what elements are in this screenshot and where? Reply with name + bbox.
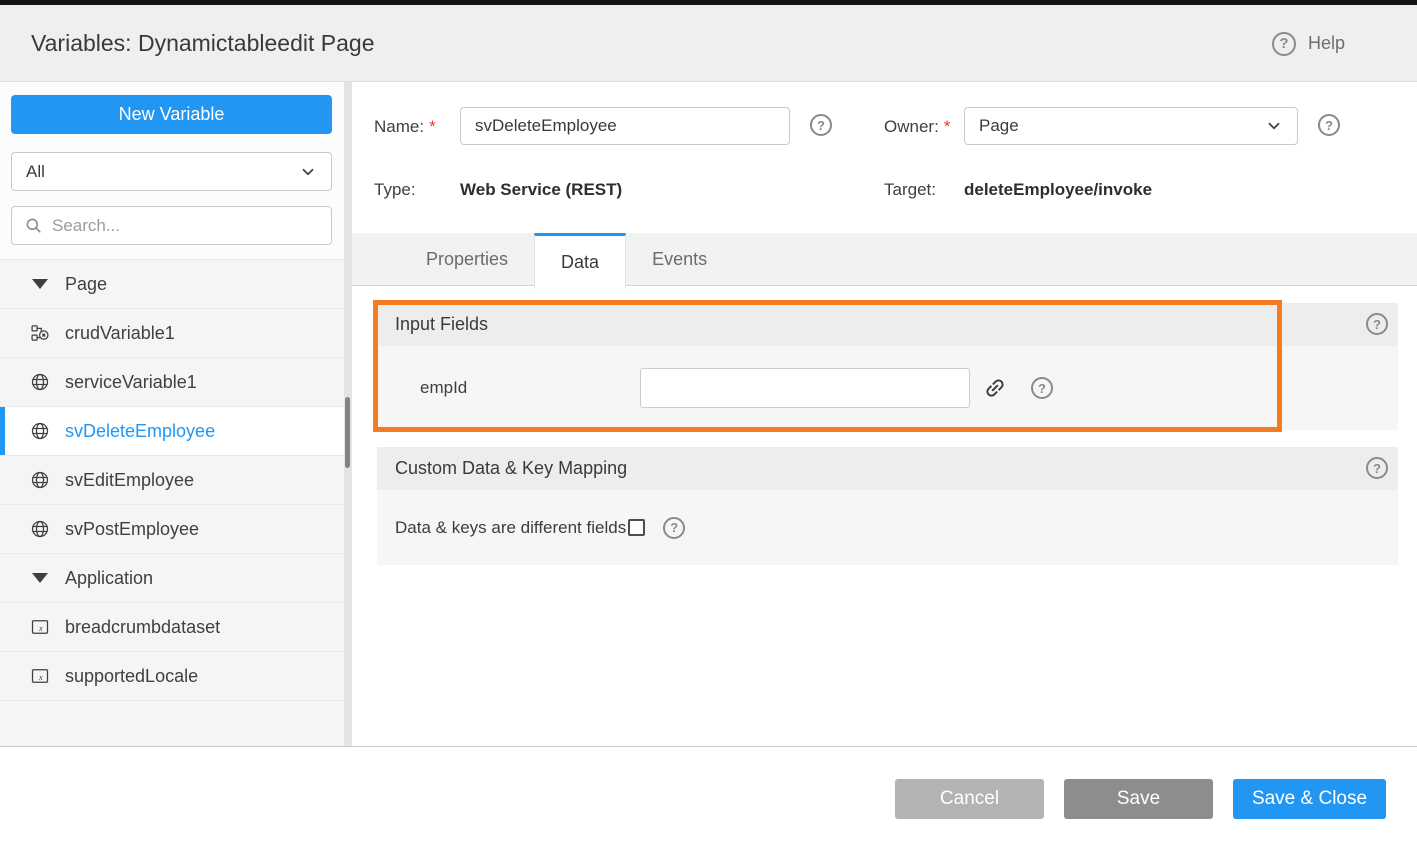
help-label: Help bbox=[1308, 33, 1345, 54]
custom-mapping-header: Custom Data & Key Mapping bbox=[377, 447, 1398, 490]
static-variable-icon: x bbox=[30, 666, 50, 686]
empid-input[interactable] bbox=[640, 368, 970, 408]
tab-events[interactable]: Events bbox=[626, 233, 733, 285]
sidebar-item-crudvariable1[interactable]: crudVariable1 bbox=[0, 309, 344, 358]
empid-label: empId bbox=[420, 378, 467, 398]
help-button[interactable]: Help bbox=[1272, 5, 1345, 82]
input-fields-header: Input Fields bbox=[377, 303, 1398, 346]
variable-label: svEditEmployee bbox=[65, 470, 194, 491]
different-fields-label: Data & keys are different fields bbox=[395, 518, 626, 538]
target-label: Target: bbox=[884, 180, 936, 200]
search-icon bbox=[24, 216, 43, 235]
custom-mapping-help-icon[interactable] bbox=[1366, 457, 1388, 479]
sidebar-item-breadcrumbdataset[interactable]: x breadcrumbdataset bbox=[0, 603, 344, 652]
tab-properties[interactable]: Properties bbox=[400, 233, 534, 285]
variable-detail-panel: Name:* Owner:* Page Type: Web Service (R… bbox=[352, 82, 1417, 746]
globe-icon bbox=[30, 519, 50, 539]
dialog-footer: Cancel Save Save & Close bbox=[0, 746, 1417, 845]
owner-selected-value: Page bbox=[979, 116, 1019, 136]
name-label: Name:* bbox=[374, 117, 436, 137]
dialog-header: Variables: Dynamictableedit Page Help bbox=[0, 5, 1417, 82]
sidebar-scrollbar[interactable] bbox=[344, 82, 352, 746]
tab-bar: Properties Data Events bbox=[352, 233, 1417, 286]
empid-help-icon[interactable] bbox=[1031, 377, 1053, 399]
group-label: Application bbox=[65, 568, 153, 589]
globe-icon bbox=[30, 470, 50, 490]
collapse-triangle-icon bbox=[30, 568, 50, 588]
chevron-down-icon bbox=[1265, 117, 1283, 135]
sidebar-item-servicevariable1[interactable]: serviceVariable1 bbox=[0, 358, 344, 407]
section-title: Input Fields bbox=[395, 314, 488, 335]
section-title: Custom Data & Key Mapping bbox=[395, 458, 627, 479]
owner-help-icon[interactable] bbox=[1318, 114, 1340, 136]
group-label: Page bbox=[65, 274, 107, 295]
new-variable-button[interactable]: New Variable bbox=[11, 95, 332, 134]
globe-icon bbox=[30, 372, 50, 392]
name-help-icon[interactable] bbox=[810, 114, 832, 136]
type-label: Type: bbox=[374, 180, 416, 200]
sidebar-item-svpostemployee[interactable]: svPostEmployee bbox=[0, 505, 344, 554]
cancel-button[interactable]: Cancel bbox=[895, 779, 1044, 819]
svg-text:x: x bbox=[38, 673, 43, 682]
static-variable-icon: x bbox=[30, 617, 50, 637]
variable-label: svPostEmployee bbox=[65, 519, 199, 540]
search-input[interactable] bbox=[52, 216, 319, 236]
sidebar-group-page[interactable]: Page bbox=[0, 260, 344, 309]
variable-label: svDeleteEmployee bbox=[65, 421, 215, 442]
type-value: Web Service (REST) bbox=[460, 180, 622, 200]
bind-link-icon[interactable] bbox=[983, 376, 1007, 400]
collapse-triangle-icon bbox=[30, 274, 50, 294]
chevron-down-icon bbox=[299, 163, 317, 181]
custom-mapping-section: Custom Data & Key Mapping Data & keys ar… bbox=[377, 447, 1398, 565]
variable-label: serviceVariable1 bbox=[65, 372, 197, 393]
different-fields-help-icon[interactable] bbox=[663, 517, 685, 539]
variables-sidebar: New Variable All Page crudVariable1 bbox=[0, 82, 344, 746]
variable-filter-select[interactable]: All bbox=[11, 152, 332, 191]
sidebar-group-application[interactable]: Application bbox=[0, 554, 344, 603]
target-value: deleteEmployee/invoke bbox=[964, 180, 1152, 200]
input-fields-section: Input Fields empId bbox=[377, 303, 1398, 430]
owner-select[interactable]: Page bbox=[964, 107, 1298, 145]
page-title: Variables: Dynamictableedit Page bbox=[31, 5, 374, 82]
required-asterisk: * bbox=[429, 117, 436, 136]
input-fields-help-icon[interactable] bbox=[1366, 313, 1388, 335]
save-button[interactable]: Save bbox=[1064, 779, 1213, 819]
variable-search[interactable] bbox=[11, 206, 332, 245]
custom-mapping-body: Data & keys are different fields bbox=[377, 490, 1398, 565]
variable-label: crudVariable1 bbox=[65, 323, 175, 344]
name-input[interactable] bbox=[460, 107, 790, 145]
filter-selected-value: All bbox=[26, 162, 45, 182]
variable-list: Page crudVariable1 serviceVariable1 bbox=[0, 259, 344, 746]
tab-data[interactable]: Data bbox=[534, 233, 626, 289]
owner-label: Owner:* bbox=[884, 117, 950, 137]
required-asterisk: * bbox=[944, 117, 951, 136]
svg-text:x: x bbox=[38, 624, 43, 633]
globe-icon bbox=[30, 421, 50, 441]
sidebar-item-svdeleteemployee[interactable]: svDeleteEmployee bbox=[0, 407, 344, 456]
crud-variable-icon bbox=[30, 323, 50, 343]
save-and-close-button[interactable]: Save & Close bbox=[1233, 779, 1386, 819]
variable-label: supportedLocale bbox=[65, 666, 198, 687]
different-fields-checkbox[interactable] bbox=[628, 519, 645, 536]
sidebar-item-sveditemployee[interactable]: svEditEmployee bbox=[0, 456, 344, 505]
scrollbar-thumb[interactable] bbox=[345, 397, 350, 468]
variable-label: breadcrumbdataset bbox=[65, 617, 220, 638]
help-icon bbox=[1272, 32, 1296, 56]
input-fields-body: empId bbox=[377, 346, 1398, 430]
sidebar-item-supportedlocale[interactable]: x supportedLocale bbox=[0, 652, 344, 701]
